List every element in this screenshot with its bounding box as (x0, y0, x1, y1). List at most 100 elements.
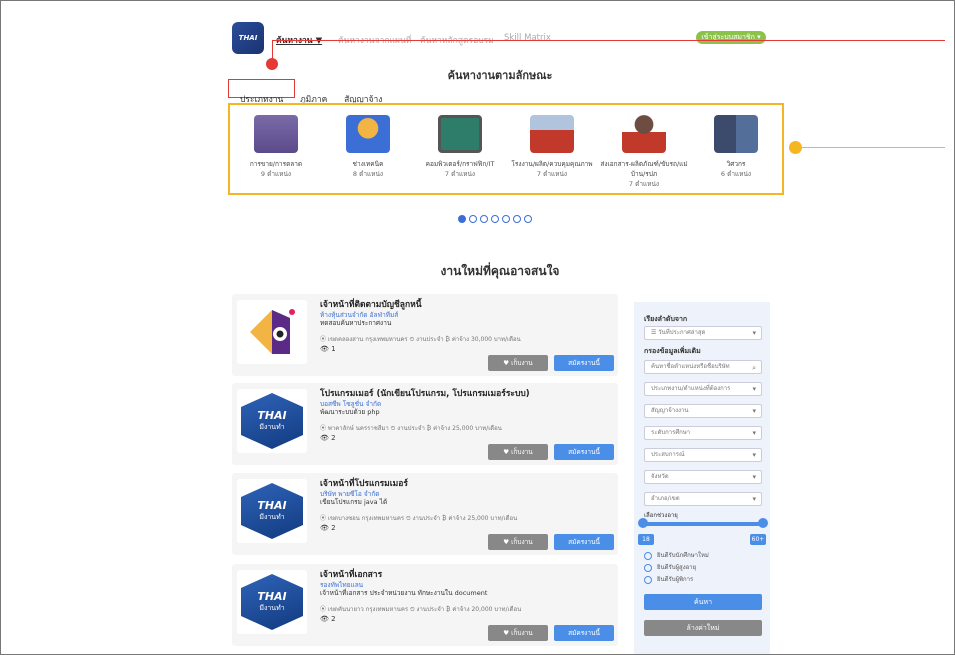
annotation-red-dot (266, 58, 278, 70)
annotation-yellow-dot (789, 141, 802, 154)
category-item[interactable]: ช่างเทคนิค 8 ตำแหน่ง (324, 115, 412, 193)
job-card[interactable]: เจ้าหน้าที่ติดตามบัญชีลูกหนี้ ห้างหุ้นส่… (232, 294, 618, 376)
logo-text: THAI (257, 499, 287, 512)
age-min-badge: 18 (638, 534, 654, 545)
category-count: 8 ตำแหน่ง (352, 170, 384, 178)
category-count: 7 ตำแหน่ง (628, 180, 660, 188)
job-meta: ⦿ เขตบางซอน กรุงเทพมหานคร ⏲ งานประจำ ₿ ค… (320, 515, 518, 522)
thai-logo-icon: THAI มีงานทำ (241, 393, 303, 449)
logo-text: THAI (257, 409, 287, 422)
carousel-dot[interactable] (458, 215, 466, 223)
elderly-radio[interactable]: ยินดีรับผู้สูงอายุ (644, 562, 696, 572)
save-job-button[interactable]: ♥ เก็บงาน (488, 444, 548, 460)
category-count: 6 ตำแหน่ง (720, 170, 752, 178)
category-carousel: การขาย/การตลาด 9 ตำแหน่ง ช่างเทคนิค 8 ตำ… (228, 103, 784, 195)
carousel-dot[interactable] (480, 215, 488, 223)
age-slider-min-handle[interactable] (638, 518, 648, 528)
job-meta: ⦿ เขตคลองสาน กรุงเทพมหานคร ⏲ งานประจำ ₿ … (320, 336, 521, 343)
province-select[interactable]: จังหวัด (644, 470, 762, 484)
category-count: 7 ตำแหน่ง (444, 170, 476, 178)
contract-select[interactable]: สัญญาจ้างงาน (644, 404, 762, 418)
job-card[interactable]: THAI มีงานทำ เจ้าหน้าที่เอกสาร รองทัพไทยแ… (232, 564, 618, 646)
category-item[interactable]: โรงงาน/ผลิต/ควบคุมคุณภาพ 7 ตำแหน่ง (508, 115, 596, 193)
sort-select[interactable]: ☰ วันที่ประกาศล่าสุด (644, 326, 762, 340)
job-views: 👁 1 (320, 345, 336, 353)
job-description: ทดสอบค้นหาประกาศงาน (320, 319, 392, 327)
save-job-button[interactable]: ♥ เก็บงาน (488, 534, 548, 550)
thai-logo-icon: THAI มีงานทำ (241, 574, 303, 630)
filter-sidebar: เรียงลำดับจาก ☰ วันที่ประกาศล่าสุด กรองข… (634, 302, 770, 654)
education-select[interactable]: ระดับการศึกษา (644, 426, 762, 440)
maid-icon (622, 115, 666, 153)
carousel-dot[interactable] (513, 215, 521, 223)
clear-button[interactable]: ล้างค่าใหม่ (644, 620, 762, 636)
job-card[interactable]: THAI มีงานทำ โปรแกรมเมอร์ (นักเขียนโปรแกร… (232, 383, 618, 465)
apply-button[interactable]: สมัครงานนี้ (554, 355, 614, 371)
factory-icon (530, 115, 574, 153)
category-item[interactable]: วิศวกร 6 ตำแหน่ง (692, 115, 780, 193)
carousel-dot[interactable] (502, 215, 510, 223)
search-section-title: ค้นหางานตามลักษณะ (447, 69, 553, 82)
job-meta: ⦿ พาคาลักษ์ นครราชสีมา ⏲ งานประจำ ₿ ค่าจ… (320, 425, 502, 432)
age-slider-track[interactable] (642, 522, 764, 526)
category-name: โรงงาน/ผลิต/ควบคุมคุณภาพ (511, 160, 593, 168)
parrot-logo-icon (250, 309, 295, 354)
save-job-button[interactable]: ♥ เก็บงาน (488, 355, 548, 371)
category-name: ช่างเทคนิค (352, 160, 384, 168)
category-name: วิศวกร (726, 160, 746, 168)
save-job-button[interactable]: ♥ เก็บงาน (488, 625, 548, 641)
company-logo: THAI มีงานทำ (237, 479, 307, 543)
category-item[interactable]: การขาย/การตลาด 9 ตำแหน่ง (232, 115, 320, 193)
category-count: 9 ตำแหน่ง (260, 170, 292, 178)
member-login-button[interactable]: เข้าสู่ระบบสมาชิก ▾ (696, 31, 766, 44)
district-select[interactable]: อำเภอ/เขต (644, 492, 762, 506)
site-logo[interactable]: THAI (232, 22, 264, 54)
company-logo: THAI มีงานทำ (237, 389, 307, 453)
job-description: พัฒนาระบบด้วย php (320, 408, 380, 416)
annotation-yellow-line (795, 147, 945, 148)
job-title[interactable]: เจ้าหน้าที่ติดตามบัญชีลูกหนี้ (320, 297, 422, 311)
sort-label: เรียงลำดับจาก (644, 315, 688, 323)
job-title[interactable]: โปรแกรมเมอร์ (นักเขียนโปรแกรม, โปรแกรมเม… (320, 386, 530, 400)
company-logo: THAI มีงานทำ (237, 570, 307, 634)
thai-logo-icon: THAI มีงานทำ (241, 483, 303, 539)
search-placeholder: ค้นหาชื่อตำแหน่งหรือชื่อบริษัท (651, 363, 730, 370)
marketing-icon (254, 115, 298, 153)
apply-button[interactable]: สมัครงานนี้ (554, 534, 614, 550)
job-type-select[interactable]: ประเภทงาน/ตำแหน่งที่ต้องการ (644, 382, 762, 396)
job-description: เขียนโปรแกรม java ได้ (320, 498, 388, 506)
job-title[interactable]: เจ้าหน้าที่โปรแกรมเมอร์ (320, 476, 408, 490)
top-navigation: THAI ค้นหางาน ▼ ค้นหางานจากแผนที่ ค้นหาห… (228, 22, 768, 54)
technician-icon (346, 115, 390, 153)
annotation-red-line (272, 40, 945, 41)
carousel-dot[interactable] (491, 215, 499, 223)
category-item[interactable]: คอมพิวเตอร์/กราฟฟิก/IT 7 ตำแหน่ง (416, 115, 504, 193)
carousel-dot[interactable] (524, 215, 532, 223)
job-title[interactable]: เจ้าหน้าที่เอกสาร (320, 567, 382, 581)
job-views: 👁 2 (320, 615, 336, 623)
experience-select[interactable]: ประสบการณ์ (644, 448, 762, 462)
search-button[interactable]: ค้นหา (644, 594, 762, 610)
disabled-radio[interactable]: ยินดีรับผู้พิการ (644, 574, 693, 584)
company-logo (237, 300, 307, 364)
keyword-search-input[interactable]: ค้นหาชื่อตำแหน่งหรือชื่อบริษัท ⌕ (644, 360, 762, 374)
job-views: 👁 2 (320, 434, 336, 442)
category-name: คอมพิวเตอร์/กราฟฟิก/IT (425, 160, 495, 168)
age-label: เลือกช่วงอายุ (644, 512, 678, 519)
search-icon[interactable]: ⌕ (752, 362, 756, 374)
age-slider-max-handle[interactable] (758, 518, 768, 528)
engineer-icon (714, 115, 758, 153)
nav-skill-matrix[interactable]: Skill Matrix (504, 33, 551, 43)
apply-button[interactable]: สมัครงานนี้ (554, 625, 614, 641)
new-graduate-radio[interactable]: ยินดีรับนักศึกษาใหม่ (644, 550, 709, 560)
job-meta: ⦿ เขตคันนายาว กรุงเทพมหานคร ⏲ งานประจำ ₿… (320, 606, 522, 613)
age-max-badge: 60+ (750, 534, 766, 545)
apply-button[interactable]: สมัครงานนี้ (554, 444, 614, 460)
logo-text: THAI (257, 590, 287, 603)
computer-icon (438, 115, 482, 153)
carousel-dot[interactable] (469, 215, 477, 223)
job-card[interactable]: THAI มีงานทำ เจ้าหน้าที่โปรแกรมเมอร์ บริษ… (232, 473, 618, 555)
category-count: 7 ตำแหน่ง (536, 170, 568, 178)
job-views: 👁 2 (320, 524, 336, 532)
category-item[interactable]: ส่งเอกสาร-ผลิตภัณฑ์/ขับรถ/แม่บ้าน/รปภ 7 … (600, 115, 688, 193)
